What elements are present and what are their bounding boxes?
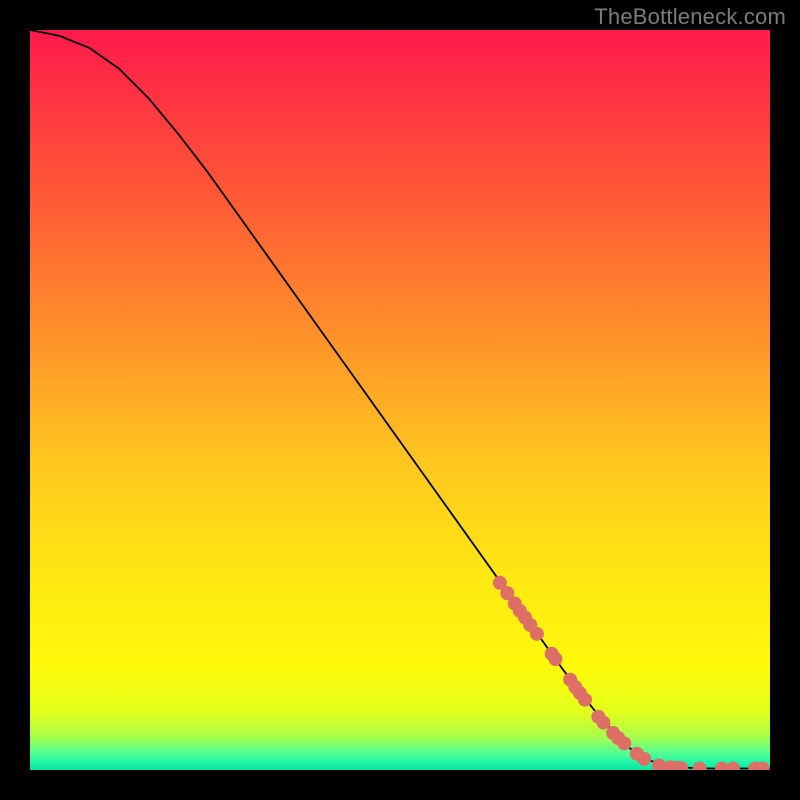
data-point	[548, 652, 562, 666]
data-point	[597, 716, 611, 730]
data-point	[578, 693, 592, 707]
data-point	[637, 752, 651, 766]
chart-frame: TheBottleneck.com	[0, 0, 800, 800]
data-point	[530, 627, 544, 641]
chart-plot	[30, 30, 770, 770]
data-point	[617, 736, 631, 750]
plot-background	[30, 30, 770, 770]
attribution-label: TheBottleneck.com	[594, 4, 786, 30]
